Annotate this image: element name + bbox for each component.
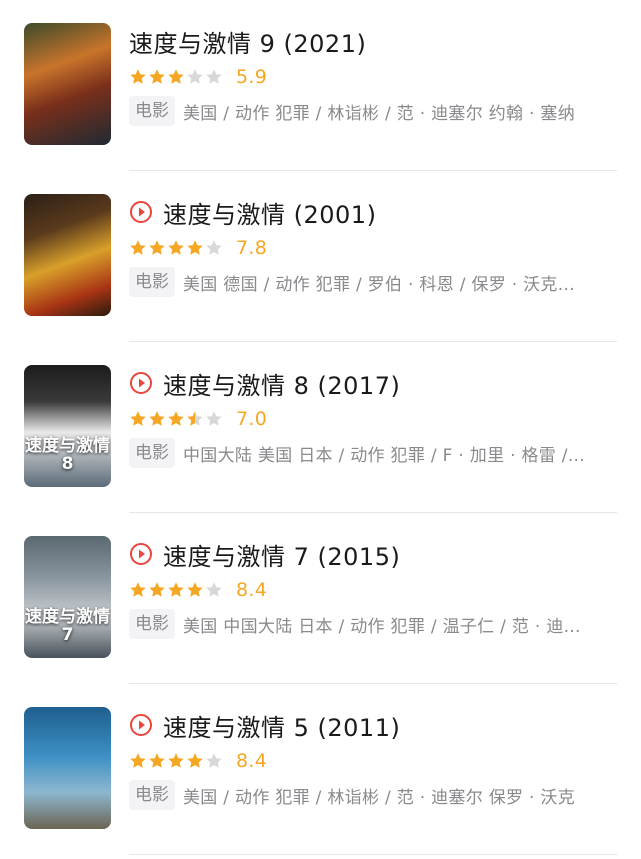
movie-list-item[interactable]: 速度与激情7 速度与激情 7 (2015) 8.4 电影 美国 中国大陆 日本 / 动作… bbox=[0, 513, 641, 684]
play-circle-icon[interactable] bbox=[129, 200, 153, 224]
rating-score: 7.0 bbox=[236, 408, 268, 430]
divider bbox=[129, 854, 617, 855]
movie-poster[interactable]: 速度与激情8 bbox=[24, 365, 111, 487]
poster-title-text: 速度与激情8 bbox=[25, 436, 110, 474]
rating-row: 8.4 bbox=[129, 748, 267, 774]
category-badge: 电影 bbox=[129, 267, 175, 297]
movie-poster[interactable] bbox=[24, 707, 111, 829]
title-row: 速度与激情 9 (2021) bbox=[129, 24, 366, 58]
star-icon bbox=[129, 239, 147, 257]
movie-title[interactable]: 速度与激情 7 (2015) bbox=[163, 537, 400, 572]
star-icon bbox=[129, 68, 147, 86]
movie-title[interactable]: 速度与激情 8 (2017) bbox=[163, 366, 400, 401]
rating-score: 7.8 bbox=[236, 237, 268, 259]
movie-title[interactable]: 速度与激情 (2001) bbox=[163, 195, 376, 230]
star-icon bbox=[167, 410, 185, 428]
star-icon bbox=[167, 581, 185, 599]
movie-list-item[interactable]: 速度与激情 9 (2021) 5.9 电影 美国 / 动作 犯罪 / 林诣彬 / 范 … bbox=[0, 0, 641, 171]
star-icon bbox=[186, 68, 204, 86]
movie-title[interactable]: 速度与激情 5 (2011) bbox=[163, 708, 400, 743]
movie-list-item[interactable]: 速度与激情8 速度与激情 8 (2017) 7.0 电影 中国大陆 美国 日本 / 动作… bbox=[0, 342, 641, 513]
star-icon bbox=[129, 581, 147, 599]
movie-poster[interactable] bbox=[24, 194, 111, 316]
star-icon bbox=[148, 68, 166, 86]
category-badge: 电影 bbox=[129, 438, 175, 468]
star-icon bbox=[148, 239, 166, 257]
star-rating bbox=[129, 239, 224, 257]
info-row: 电影 美国 / 动作 犯罪 / 林诣彬 / 范 · 迪塞尔 约翰 · 塞纳 bbox=[129, 96, 603, 126]
star-icon bbox=[129, 752, 147, 770]
star-rating bbox=[129, 68, 224, 86]
category-badge: 电影 bbox=[129, 609, 175, 639]
star-rating bbox=[129, 752, 224, 770]
star-icon bbox=[205, 410, 223, 428]
movie-meta-info: 美国 / 动作 犯罪 / 林诣彬 / 范 · 迪塞尔 保罗 · 沃克 bbox=[183, 787, 576, 808]
star-icon bbox=[186, 752, 204, 770]
title-row: 速度与激情 7 (2015) bbox=[129, 537, 400, 571]
title-row: 速度与激情 (2001) bbox=[129, 195, 376, 229]
play-circle-icon[interactable] bbox=[129, 371, 153, 395]
star-icon bbox=[167, 239, 185, 257]
movie-meta-info: 美国 中国大陆 日本 / 动作 犯罪 / 温子仁 / 范 · 迪... bbox=[183, 616, 581, 637]
info-row: 电影 美国 中国大陆 日本 / 动作 犯罪 / 温子仁 / 范 · 迪... bbox=[129, 609, 603, 639]
star-icon bbox=[148, 410, 166, 428]
movie-title[interactable]: 速度与激情 9 (2021) bbox=[129, 24, 366, 59]
poster-title-text: 速度与激情7 bbox=[25, 607, 110, 645]
star-icon bbox=[186, 581, 204, 599]
star-icon bbox=[167, 68, 185, 86]
rating-score: 8.4 bbox=[236, 579, 268, 601]
star-icon bbox=[148, 581, 166, 599]
info-row: 电影 中国大陆 美国 日本 / 动作 犯罪 / F · 加里 · 格雷 /... bbox=[129, 438, 603, 468]
movie-meta-info: 美国 / 动作 犯罪 / 林诣彬 / 范 · 迪塞尔 约翰 · 塞纳 bbox=[183, 103, 576, 124]
movie-meta-info: 美国 德国 / 动作 犯罪 / 罗伯 · 科恩 / 保罗 · 沃克... bbox=[183, 274, 575, 295]
star-icon bbox=[186, 239, 204, 257]
movie-list-item[interactable]: 速度与激情 5 (2011) 8.4 电影 美国 / 动作 犯罪 / 林诣彬 / 范 … bbox=[0, 684, 641, 855]
info-row: 电影 美国 德国 / 动作 犯罪 / 罗伯 · 科恩 / 保罗 · 沃克... bbox=[129, 267, 603, 297]
rating-row: 7.8 bbox=[129, 235, 267, 261]
star-icon bbox=[129, 410, 147, 428]
star-icon bbox=[148, 752, 166, 770]
play-circle-icon[interactable] bbox=[129, 713, 153, 737]
category-badge: 电影 bbox=[129, 96, 175, 126]
title-row: 速度与激情 5 (2011) bbox=[129, 708, 400, 742]
movie-meta-info: 中国大陆 美国 日本 / 动作 犯罪 / F · 加里 · 格雷 /... bbox=[183, 445, 585, 466]
movie-poster[interactable] bbox=[24, 23, 111, 145]
movie-poster[interactable]: 速度与激情7 bbox=[24, 536, 111, 658]
rating-row: 5.9 bbox=[129, 64, 267, 90]
star-icon bbox=[205, 581, 223, 599]
rating-row: 8.4 bbox=[129, 577, 267, 603]
star-icon bbox=[205, 239, 223, 257]
star-rating bbox=[129, 581, 224, 599]
rating-score: 8.4 bbox=[236, 750, 268, 772]
movie-list-item[interactable]: 速度与激情 (2001) 7.8 电影 美国 德国 / 动作 犯罪 / 罗伯 · 科恩… bbox=[0, 171, 641, 342]
category-badge: 电影 bbox=[129, 780, 175, 810]
rating-row: 7.0 bbox=[129, 406, 267, 432]
title-row: 速度与激情 8 (2017) bbox=[129, 366, 400, 400]
star-icon bbox=[205, 68, 223, 86]
star-icon bbox=[167, 752, 185, 770]
star-icon bbox=[205, 752, 223, 770]
info-row: 电影 美国 / 动作 犯罪 / 林诣彬 / 范 · 迪塞尔 保罗 · 沃克 bbox=[129, 780, 603, 810]
rating-score: 5.9 bbox=[236, 66, 268, 88]
star-icon bbox=[186, 410, 204, 428]
star-rating bbox=[129, 410, 224, 428]
play-circle-icon[interactable] bbox=[129, 542, 153, 566]
movie-list: 速度与激情 9 (2021) 5.9 电影 美国 / 动作 犯罪 / 林诣彬 / 范 … bbox=[0, 0, 641, 859]
